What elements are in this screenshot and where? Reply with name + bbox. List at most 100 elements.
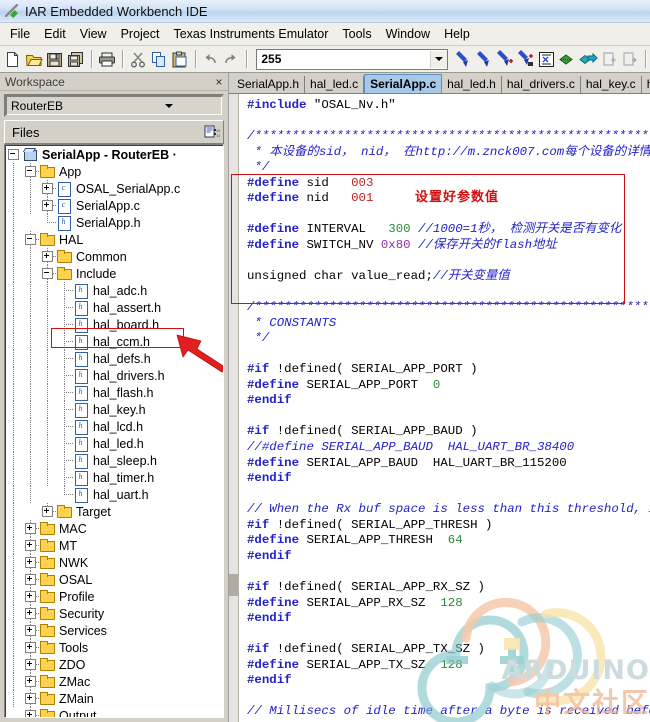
editor-tab-hal-drivers-c[interactable]: hal_drivers.c [501, 76, 581, 93]
scrollbar-thumb[interactable] [229, 574, 238, 596]
editor-tab-hal-led-c[interactable]: hal_led.c [305, 76, 365, 93]
find-add-icon[interactable] [494, 49, 514, 70]
tree-node-include[interactable]: Include [5, 265, 223, 282]
tree-node-services[interactable]: Services [5, 622, 223, 639]
editor-tab-bar[interactable]: SerialApp.h hal_led.c SerialApp.c hal_led.h… [229, 73, 650, 93]
close-icon[interactable]: × [212, 75, 226, 89]
tree-node-hal[interactable]: HAL [5, 231, 223, 248]
find-combo[interactable]: 255 [256, 48, 449, 70]
tree-node-nwk[interactable]: NWK [5, 554, 223, 571]
tree-file-hal-sleep-h[interactable]: hal_sleep.h [5, 452, 223, 469]
tree-expander[interactable] [22, 520, 39, 537]
tree-node-target[interactable]: Target [5, 503, 223, 520]
tree-node-serialapp-c[interactable]: SerialApp.c [5, 197, 223, 214]
expand-plus-icon[interactable] [42, 200, 53, 211]
tree-expander[interactable] [39, 265, 56, 282]
project-tree[interactable]: SerialApp - RouterEB · App OSAL_SerialApp.… [5, 145, 223, 717]
menu-item-tools[interactable]: Tools [335, 25, 378, 43]
menu-item-help[interactable]: Help [437, 25, 477, 43]
tree-node-tools[interactable]: Tools [5, 639, 223, 656]
expand-plus-icon[interactable] [25, 676, 36, 687]
tree-expander[interactable] [22, 622, 39, 639]
menu-item-project[interactable]: Project [114, 25, 167, 43]
tree-expander[interactable] [22, 571, 39, 588]
compile-icon[interactable] [557, 49, 577, 70]
editor-vertical-scrollbar[interactable] [229, 94, 239, 722]
tree-expander[interactable] [5, 146, 22, 163]
tree-file-serialapp-h[interactable]: SerialApp.h [5, 214, 223, 231]
tree-node-osal[interactable]: OSAL [5, 571, 223, 588]
tree-expander[interactable] [39, 248, 56, 265]
tree-node-zdo[interactable]: ZDO [5, 656, 223, 673]
tree-node-osal-serialapp-c[interactable]: OSAL_SerialApp.c [5, 180, 223, 197]
find-previous-icon[interactable] [473, 49, 493, 70]
redo-icon[interactable] [221, 49, 241, 70]
expand-plus-icon[interactable] [25, 540, 36, 551]
tree-expander[interactable] [22, 673, 39, 690]
tree-expander[interactable] [22, 656, 39, 673]
menu-item-file[interactable]: File [3, 25, 37, 43]
tree-file-hal-flash-h[interactable]: hal_flash.h [5, 384, 223, 401]
tree-expander[interactable] [22, 639, 39, 656]
editor-tab-serialapp-c[interactable]: SerialApp.c [364, 74, 443, 93]
tree-expander[interactable] [22, 690, 39, 707]
find-next-icon[interactable] [452, 49, 472, 70]
find-remove-icon[interactable] [515, 49, 535, 70]
expand-plus-icon[interactable] [25, 608, 36, 619]
tree-node-zmain[interactable]: ZMain [5, 690, 223, 707]
tree-expander[interactable] [22, 163, 39, 180]
tree-file-hal-led-h[interactable]: hal_led.h [5, 435, 223, 452]
expand-plus-icon[interactable] [42, 183, 53, 194]
menu-item-edit[interactable]: Edit [37, 25, 73, 43]
expand-plus-icon[interactable] [25, 591, 36, 602]
tree-node-mt[interactable]: MT [5, 537, 223, 554]
expand-plus-icon[interactable] [25, 710, 36, 717]
expand-plus-icon[interactable] [25, 642, 36, 653]
expand-plus-icon[interactable] [25, 693, 36, 704]
tree-expander[interactable] [22, 537, 39, 554]
step-back-icon[interactable] [599, 49, 619, 70]
expand-plus-icon[interactable] [25, 557, 36, 568]
open-folder-icon[interactable] [24, 49, 44, 70]
editor-tab-hal-led-h[interactable]: hal_led.h [442, 76, 502, 93]
make-icon[interactable] [578, 49, 598, 70]
collapse-minus-icon[interactable] [25, 166, 36, 177]
tree-file-hal-timer-h[interactable]: hal_timer.h [5, 469, 223, 486]
expand-plus-icon[interactable] [42, 506, 53, 517]
tree-file-hal-key-h[interactable]: hal_key.h [5, 401, 223, 418]
tree-file-hal-board-h[interactable]: hal_board.h [5, 316, 223, 333]
tree-expander[interactable] [39, 180, 56, 197]
tree-expander[interactable] [22, 231, 39, 248]
print-icon[interactable] [97, 49, 117, 70]
tree-node-zmac[interactable]: ZMac [5, 673, 223, 690]
tree-file-hal-uart-h[interactable]: hal_uart.h [5, 486, 223, 503]
tree-file-hal-lcd-h[interactable]: hal_lcd.h [5, 418, 223, 435]
new-document-icon[interactable] [3, 49, 23, 70]
menu-item-texas-instruments-emulator[interactable]: Texas Instruments Emulator [166, 25, 335, 43]
save-all-icon[interactable] [66, 49, 86, 70]
step-forward-icon[interactable] [620, 49, 640, 70]
expand-plus-icon[interactable] [25, 574, 36, 585]
tree-node-common[interactable]: Common [5, 248, 223, 265]
editor-tab-serialapp-h[interactable]: SerialApp.h [232, 76, 306, 93]
editor-tab-hal-key-[interactable]: hal_key. [641, 76, 650, 93]
tree-expander[interactable] [39, 503, 56, 520]
tree-expander[interactable] [22, 605, 39, 622]
tree-node-app[interactable]: App [5, 163, 223, 180]
cut-icon[interactable] [128, 49, 148, 70]
menu-item-window[interactable]: Window [379, 25, 437, 43]
column-settings-icon[interactable]: 01 10 [204, 125, 222, 139]
tree-file-hal-ccm-h[interactable]: hal_ccm.h [5, 333, 223, 350]
tree-expander[interactable] [22, 707, 39, 717]
tree-file-hal-adc-h[interactable]: hal_adc.h [5, 282, 223, 299]
tree-file-hal-defs-h[interactable]: hal_defs.h [5, 350, 223, 367]
tree-node-mac[interactable]: MAC [5, 520, 223, 537]
expand-plus-icon[interactable] [42, 251, 53, 262]
tree-file-hal-drivers-h[interactable]: hal_drivers.h [5, 367, 223, 384]
undo-icon[interactable] [200, 49, 220, 70]
chevron-down-icon[interactable] [113, 98, 220, 113]
tree-node-security[interactable]: Security [5, 605, 223, 622]
menu-item-view[interactable]: View [73, 25, 114, 43]
tree-node-serialapp---routereb--[interactable]: SerialApp - RouterEB · [5, 146, 223, 163]
configuration-dropdown[interactable]: RouterEB [4, 94, 224, 117]
